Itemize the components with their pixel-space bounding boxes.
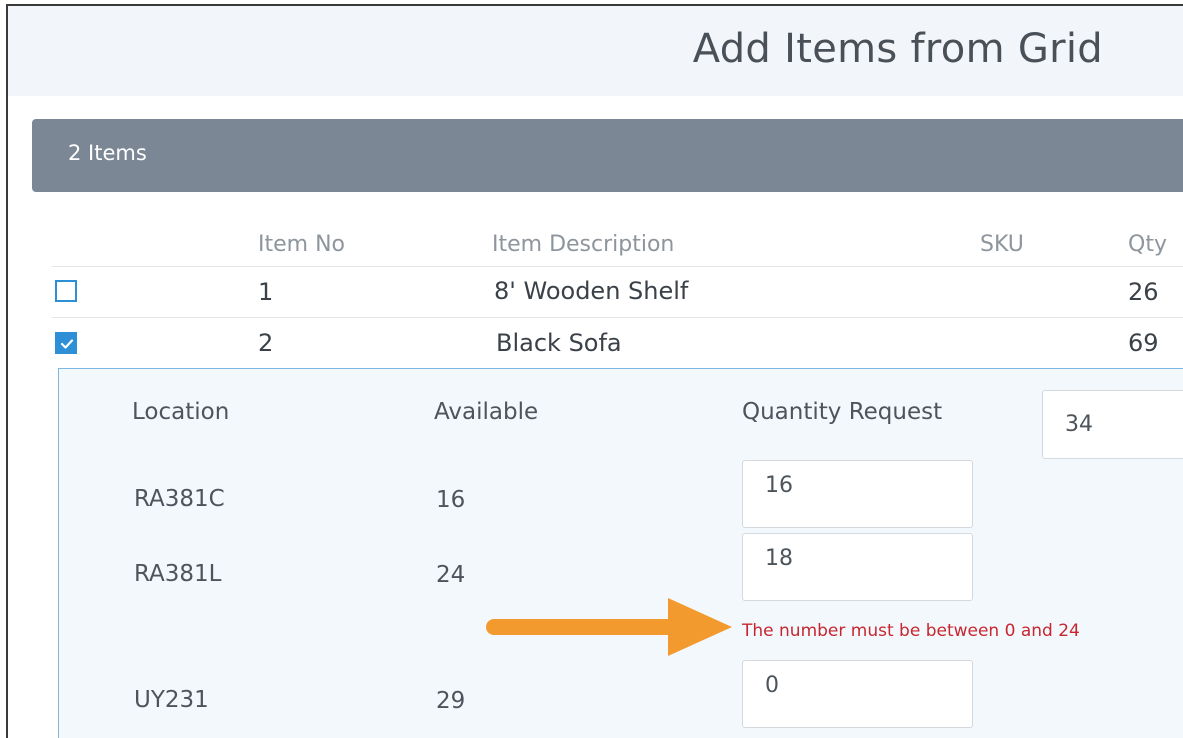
item-description-cell: 8' Wooden Shelf (494, 277, 689, 305)
available-qty: 29 (436, 688, 466, 714)
item-no-cell: 1 (258, 278, 274, 306)
quantity-input-value: 18 (765, 546, 793, 571)
quantity-request-total-value: 34 (1065, 412, 1093, 437)
quantity-input-ra381c[interactable]: 16 (742, 460, 973, 528)
available-qty: 16 (436, 487, 466, 513)
quantity-input-value: 0 (765, 673, 779, 698)
dialog-title: Add Items from Grid (692, 26, 1103, 72)
location-code: RA381C (134, 486, 225, 512)
quantity-input-value: 16 (765, 473, 793, 498)
items-count-label: 2 Items (68, 141, 147, 165)
quantity-request-total-input[interactable]: 34 (1042, 390, 1183, 459)
available-header: Available (434, 399, 539, 425)
quantity-input-ra381l[interactable]: 18 (742, 533, 973, 601)
column-header-qty[interactable]: Qty (1128, 232, 1167, 257)
column-header-item-no[interactable]: Item No (258, 232, 345, 257)
qty-cell: 69 (1128, 329, 1159, 357)
row-divider (52, 317, 1183, 318)
available-qty: 24 (436, 562, 466, 588)
column-header-sku[interactable]: SKU (980, 232, 1024, 257)
dialog-header: Add Items from Grid (8, 6, 1183, 96)
items-count-bar: 2 Items (32, 119, 1183, 192)
row-divider (52, 266, 1183, 267)
qty-cell: 26 (1128, 278, 1159, 306)
quantity-error-message: The number must be between 0 and 24 (742, 621, 1080, 641)
location-code: UY231 (134, 687, 209, 713)
annotation-arrow-icon (486, 598, 732, 656)
quantity-request-header: Quantity Request (742, 399, 943, 425)
column-header-item-description[interactable]: Item Description (492, 232, 674, 257)
check-icon (60, 339, 74, 349)
add-items-dialog: Add Items from Grid 2 Items Item No Item… (6, 4, 1183, 738)
row-checkbox[interactable] (55, 280, 77, 302)
quantity-input-uy231[interactable]: 0 (742, 660, 973, 728)
item-description-cell: Black Sofa (496, 329, 622, 357)
location-header: Location (132, 399, 230, 425)
location-code: RA381L (134, 561, 222, 587)
item-no-cell: 2 (258, 329, 274, 357)
row-checkbox[interactable] (55, 332, 77, 354)
